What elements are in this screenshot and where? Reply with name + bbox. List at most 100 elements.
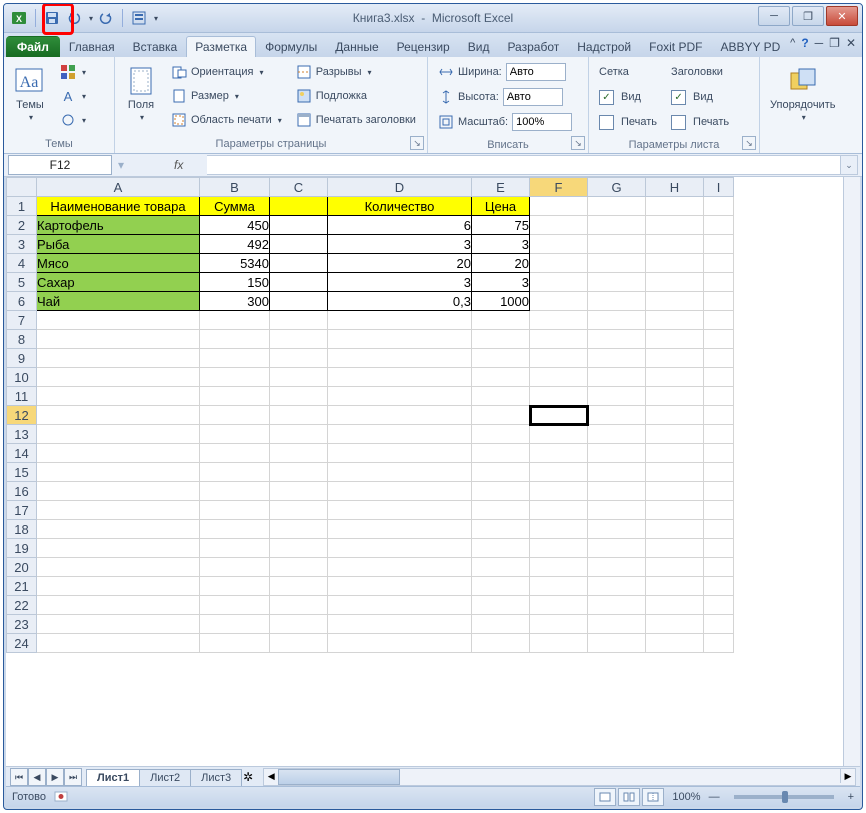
- cell[interactable]: [328, 387, 472, 406]
- cell[interactable]: [472, 311, 530, 330]
- cell[interactable]: [588, 558, 646, 577]
- cell[interactable]: 3: [472, 235, 530, 254]
- cell[interactable]: [530, 558, 588, 577]
- cell[interactable]: [37, 463, 200, 482]
- cell[interactable]: [704, 349, 734, 368]
- tab-вставка[interactable]: Вставка: [124, 36, 187, 57]
- cell[interactable]: [704, 368, 734, 387]
- cell[interactable]: [270, 444, 328, 463]
- cell[interactable]: [646, 482, 704, 501]
- cell[interactable]: [270, 425, 328, 444]
- zoom-out-button[interactable]: —: [709, 791, 720, 803]
- cell[interactable]: [646, 406, 704, 425]
- arrange-button[interactable]: Упорядочить ▾: [766, 61, 839, 124]
- cell[interactable]: [704, 387, 734, 406]
- cell[interactable]: [200, 311, 270, 330]
- col-header[interactable]: H: [646, 178, 704, 197]
- cell[interactable]: [646, 216, 704, 235]
- cell[interactable]: [328, 463, 472, 482]
- formula-expand[interactable]: ⌄: [841, 155, 858, 175]
- cell[interactable]: [530, 539, 588, 558]
- cell[interactable]: [270, 596, 328, 615]
- fx-icon[interactable]: fx: [174, 158, 183, 172]
- cell[interactable]: [328, 539, 472, 558]
- cell[interactable]: [472, 558, 530, 577]
- cell[interactable]: 150: [200, 273, 270, 292]
- col-header[interactable]: I: [704, 178, 734, 197]
- cell[interactable]: [588, 216, 646, 235]
- cell[interactable]: [588, 292, 646, 311]
- cell[interactable]: [530, 197, 588, 216]
- cell[interactable]: Картофель: [37, 216, 200, 235]
- cell[interactable]: [328, 444, 472, 463]
- col-header[interactable]: C: [270, 178, 328, 197]
- row-header[interactable]: 13: [7, 425, 37, 444]
- cell[interactable]: [588, 615, 646, 634]
- cell[interactable]: [200, 330, 270, 349]
- row-header[interactable]: 17: [7, 501, 37, 520]
- tab-надстрой[interactable]: Надстрой: [568, 36, 640, 57]
- tab-главная[interactable]: Главная: [60, 36, 124, 57]
- cell[interactable]: 0,3: [328, 292, 472, 311]
- cell[interactable]: [704, 216, 734, 235]
- cell[interactable]: [588, 197, 646, 216]
- redo-icon[interactable]: [97, 9, 115, 27]
- cell[interactable]: [270, 387, 328, 406]
- name-box[interactable]: F12: [8, 155, 112, 175]
- spreadsheet-grid[interactable]: ABCDEFGHI1Наименование товараСуммаКоличе…: [6, 177, 734, 653]
- row-header[interactable]: 12: [7, 406, 37, 425]
- hscroll-thumb[interactable]: [278, 769, 400, 785]
- col-header[interactable]: F: [530, 178, 588, 197]
- cell[interactable]: [530, 292, 588, 311]
- cell[interactable]: [37, 482, 200, 501]
- cell[interactable]: Наименование товара: [37, 197, 200, 216]
- cell[interactable]: [704, 634, 734, 653]
- cell[interactable]: Рыба: [37, 235, 200, 254]
- cell[interactable]: 3: [472, 273, 530, 292]
- cell[interactable]: [472, 539, 530, 558]
- cell[interactable]: [270, 577, 328, 596]
- tab-формулы[interactable]: Формулы: [256, 36, 326, 57]
- cell[interactable]: [472, 349, 530, 368]
- width-field[interactable]: [506, 63, 566, 81]
- doc-restore-icon[interactable]: ❐: [829, 36, 840, 50]
- cell[interactable]: [37, 615, 200, 634]
- cell[interactable]: [200, 501, 270, 520]
- close-button[interactable]: ✕: [826, 6, 858, 26]
- cell[interactable]: [530, 311, 588, 330]
- cell[interactable]: [472, 463, 530, 482]
- cell[interactable]: [588, 520, 646, 539]
- col-header[interactable]: G: [588, 178, 646, 197]
- cell[interactable]: [270, 273, 328, 292]
- size-button[interactable]: Размер▾: [167, 85, 286, 107]
- cell[interactable]: [704, 406, 734, 425]
- cell[interactable]: [328, 406, 472, 425]
- row-header[interactable]: 6: [7, 292, 37, 311]
- gridlines-print-check[interactable]: Печать: [595, 111, 661, 133]
- cell[interactable]: [328, 615, 472, 634]
- cell[interactable]: Мясо: [37, 254, 200, 273]
- cell[interactable]: [530, 273, 588, 292]
- cell[interactable]: [472, 596, 530, 615]
- cell[interactable]: [200, 406, 270, 425]
- cell[interactable]: [704, 558, 734, 577]
- headings-view-check[interactable]: ✓Вид: [667, 86, 733, 108]
- cell[interactable]: [530, 596, 588, 615]
- cell[interactable]: [530, 387, 588, 406]
- theme-fonts-button[interactable]: A▾: [56, 85, 90, 107]
- row-header[interactable]: 1: [7, 197, 37, 216]
- cell[interactable]: [200, 387, 270, 406]
- cell[interactable]: [646, 292, 704, 311]
- cell[interactable]: [646, 235, 704, 254]
- maximize-button[interactable]: ❐: [792, 6, 824, 26]
- cell[interactable]: [588, 444, 646, 463]
- zoom-level[interactable]: 100%: [672, 791, 700, 803]
- cell[interactable]: 5340: [200, 254, 270, 273]
- cell[interactable]: [270, 330, 328, 349]
- cell[interactable]: [646, 254, 704, 273]
- cell[interactable]: [37, 558, 200, 577]
- cell[interactable]: [328, 349, 472, 368]
- cell[interactable]: [37, 539, 200, 558]
- cell[interactable]: [530, 235, 588, 254]
- cell[interactable]: [37, 634, 200, 653]
